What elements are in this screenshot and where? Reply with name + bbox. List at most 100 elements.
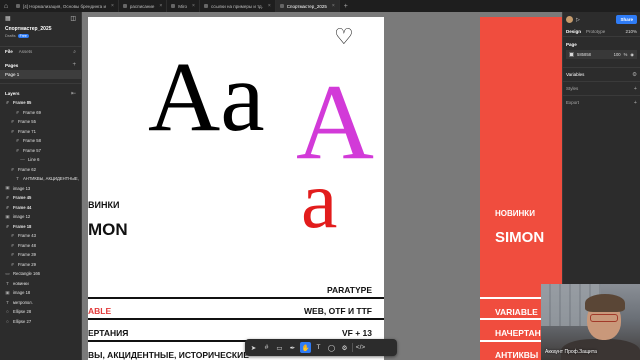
actions-tool-icon[interactable]: ⚙: [339, 342, 350, 353]
layer-item[interactable]: ▣ image 12: [0, 212, 81, 222]
layer-item[interactable]: ▣ image 13: [0, 184, 81, 194]
zoom-level[interactable]: 210%: [625, 29, 637, 34]
layer-item[interactable]: # Frame 39: [0, 250, 81, 260]
layer-type-icon: T: [6, 299, 9, 305]
color-hex[interactable]: 585858: [577, 52, 591, 57]
layer-item[interactable]: # Frame 71: [0, 127, 81, 137]
antiqua-label: ВЫ, АКЦИДЕНТНЫЕ, ИСТОРИЧЕСКИЕ: [88, 350, 249, 360]
layer-type-icon: ▣: [5, 289, 10, 295]
layer-item[interactable]: T АНТИКВЫ, АКЦИДЕНТНЫЕ,: [0, 174, 81, 184]
layer-type-icon: #: [16, 138, 19, 144]
layer-type-icon: #: [16, 147, 19, 153]
close-icon[interactable]: ×: [192, 3, 195, 9]
styles-section[interactable]: Styles +: [563, 81, 640, 95]
layer-item[interactable]: ▣ image 18: [0, 288, 81, 298]
right-panel-tabs: Design Prototype 210%: [563, 27, 640, 37]
layer-type-icon: T: [16, 176, 19, 182]
page-item[interactable]: Page 1: [0, 70, 81, 79]
design-frame-gray[interactable]: [384, 17, 480, 360]
layer-item[interactable]: # Frame 57: [0, 146, 81, 156]
tab-sportmaster[interactable]: Спортмастер_2025 ×: [275, 0, 340, 12]
layer-item[interactable]: Tметропол.: [0, 298, 81, 308]
add-export-icon[interactable]: +: [634, 100, 637, 106]
frame-tool-icon[interactable]: #: [261, 342, 272, 353]
layer-type-icon: #: [6, 223, 9, 229]
eye-icon[interactable]: ◉: [630, 52, 634, 57]
tab-assets[interactable]: Assets: [19, 49, 33, 54]
file-icon: [203, 4, 208, 8]
tab-prototype[interactable]: Prototype: [586, 29, 605, 34]
close-icon[interactable]: ×: [332, 3, 335, 9]
add-style-icon[interactable]: +: [634, 86, 637, 92]
tab-links[interactable]: ссылки на примеры и тд. ×: [200, 0, 276, 12]
browser-tab-bar: ⌂ [4] Нормализация, Основы брендинга и × …: [0, 0, 640, 12]
page-section-label: Page: [566, 42, 577, 47]
file-icon: [279, 4, 284, 8]
layer-item[interactable]: # Frame 62: [0, 165, 81, 175]
color-opacity[interactable]: 100: [614, 52, 621, 57]
design-frame-white[interactable]: ♡ Aa A a ВИНКИ MON PARATYPE ABLE WEB, OT…: [88, 17, 384, 360]
dev-mode-icon[interactable]: </>: [355, 342, 366, 353]
collapse-layers-icon[interactable]: ⇤: [71, 90, 76, 97]
tab-miro[interactable]: Miro ×: [167, 0, 200, 12]
file-title[interactable]: Спортмастер_2025: [5, 26, 76, 32]
sidebar-toggle-icon[interactable]: ◫: [70, 15, 76, 22]
settings-icon[interactable]: ⚙: [632, 72, 637, 78]
layer-label: Frame 71: [18, 128, 36, 134]
layer-item[interactable]: # Frame 45: [0, 193, 81, 203]
layer-item[interactable]: # Frame 85: [0, 98, 81, 108]
layer-item[interactable]: # Frame 29: [0, 260, 81, 270]
tab-file[interactable]: File: [5, 49, 13, 54]
home-icon[interactable]: ⌂: [0, 0, 12, 12]
percent-sign: %: [623, 52, 628, 57]
search-icon[interactable]: ⌕: [73, 49, 76, 55]
file-icon: [171, 4, 176, 8]
layer-type-icon: T: [6, 280, 9, 286]
novinki-heading: ВИНКИ: [88, 200, 120, 210]
comment-tool-icon[interactable]: ◯: [326, 342, 337, 353]
layer-type-icon: #: [11, 166, 14, 172]
rectangle-tool-icon[interactable]: ▭: [274, 342, 285, 353]
text-tool-icon[interactable]: T: [313, 342, 324, 353]
close-icon[interactable]: ×: [268, 3, 271, 9]
layer-item[interactable]: ▭ Rectangle 166: [0, 269, 81, 279]
export-section[interactable]: Export +: [563, 95, 640, 109]
layer-item[interactable]: # Frame 58: [0, 136, 81, 146]
layer-label: image 12: [13, 214, 31, 220]
layer-item[interactable]: # Frame 69: [0, 108, 81, 118]
close-icon[interactable]: ×: [159, 3, 162, 9]
tab-label: расписание: [129, 3, 155, 9]
layer-label: image 13: [13, 185, 31, 191]
pen-tool-icon[interactable]: ✒: [287, 342, 298, 353]
present-icon[interactable]: ▷: [576, 17, 580, 23]
share-button[interactable]: Share: [616, 15, 637, 24]
layer-type-icon: #: [6, 100, 9, 106]
layer-item[interactable]: # Frame 48: [0, 241, 81, 251]
layer-item[interactable]: # Frame 18: [0, 222, 81, 232]
tab-design[interactable]: Design: [566, 29, 581, 34]
layer-label: Frame 57: [23, 147, 41, 153]
layer-item[interactable]: # Frame 55: [0, 117, 81, 127]
hand-tool-icon[interactable]: ✋: [300, 342, 311, 353]
canvas[interactable]: ♡ Aa A a ВИНКИ MON PARATYPE ABLE WEB, OT…: [82, 12, 562, 360]
antiqua-label: АНТИКВЫ: [495, 350, 539, 360]
avatar[interactable]: [566, 16, 573, 23]
layer-item[interactable]: ○ Ellipse 28: [0, 307, 81, 317]
close-icon[interactable]: ×: [111, 3, 114, 9]
tab-branding[interactable]: [4] Нормализация, Основы брендинга и ×: [12, 0, 119, 12]
move-tool-icon[interactable]: ➤: [248, 342, 259, 353]
layer-item[interactable]: # Frame 43: [0, 231, 81, 241]
figma-menu-icon[interactable]: ▦: [5, 15, 11, 22]
toolbar-divider: [352, 343, 353, 352]
layer-item[interactable]: ○ Ellipse 27: [0, 317, 81, 327]
add-tab-icon[interactable]: +: [340, 3, 352, 10]
left-panel-tabs: File Assets ⌕: [0, 46, 81, 56]
page-color-field[interactable]: 585858 100 % ◉: [566, 50, 637, 59]
layer-item[interactable]: # Frame 44: [0, 203, 81, 213]
tab-schedule[interactable]: расписание ×: [119, 0, 168, 12]
layer-item[interactable]: — Line 6: [0, 155, 81, 165]
color-swatch[interactable]: [569, 52, 574, 57]
variables-section[interactable]: Variables ⚙: [563, 67, 640, 81]
add-page-icon[interactable]: +: [72, 62, 76, 68]
layer-item[interactable]: Tновинки: [0, 279, 81, 289]
